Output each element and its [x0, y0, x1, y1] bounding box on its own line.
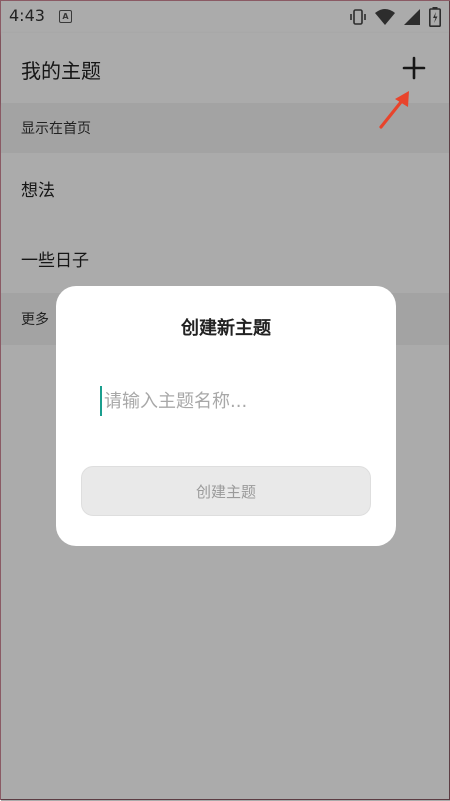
text-caret	[100, 386, 102, 416]
pointer-arrow-icon	[379, 91, 409, 129]
dialog-title: 创建新主题	[181, 318, 271, 339]
create-topic-button[interactable]: 创建主题	[81, 466, 371, 516]
app-screen: 4:43 A 我的主题 显示在首页 想法 一些日子 更多 创建新主题 请输入主题…	[0, 0, 450, 801]
topic-name-input[interactable]	[98, 384, 358, 418]
create-topic-dialog: 创建新主题 创建主题	[56, 286, 396, 546]
